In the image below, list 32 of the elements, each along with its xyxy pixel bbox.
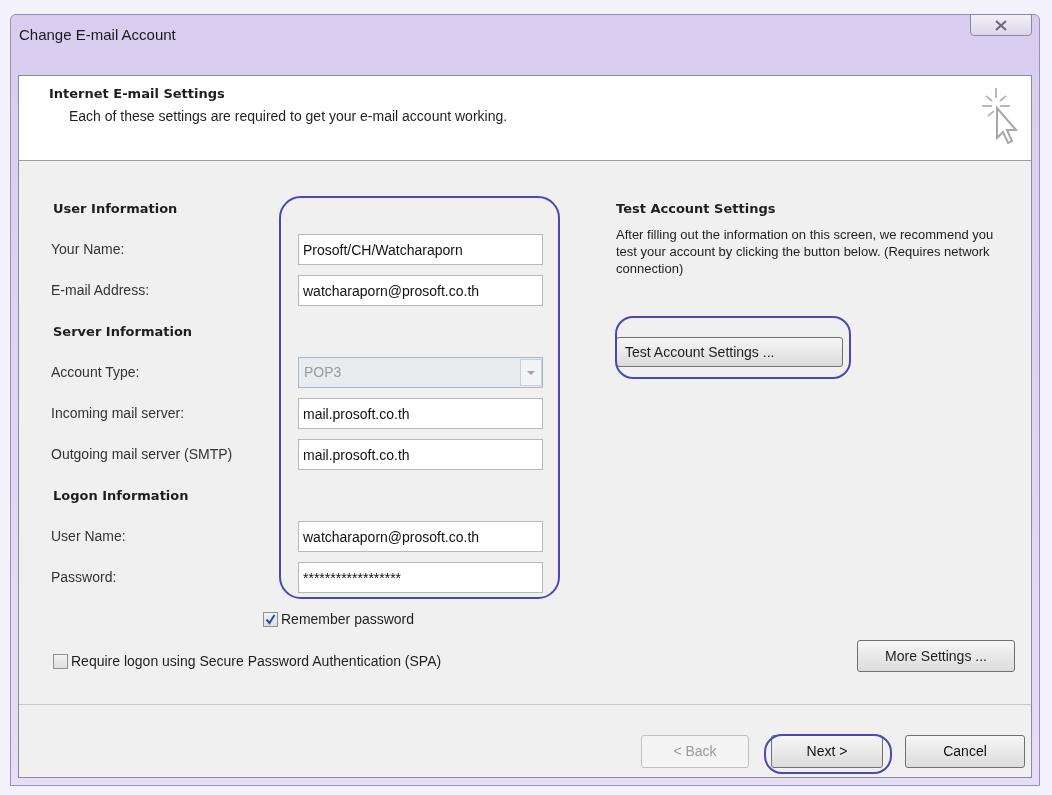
test-description: After filling out the information on this screen, we recommend you test your account by clicking the button below. (Requires network connection) (616, 226, 995, 277)
close-icon (995, 19, 1007, 31)
input-field[interactable]: watcharaporn@prosoft.co.th (298, 521, 543, 552)
checkbox-label: Require logon using Secure Password Authentication (SPA) (71, 651, 442, 671)
field-label: E-mail Address: (51, 281, 151, 300)
field-label: User Name: (51, 527, 127, 546)
field-label: Password: (51, 568, 118, 587)
input-field[interactable]: watcharaporn@prosoft.co.th (298, 275, 543, 306)
window-title: Change E-mail Account (19, 25, 176, 45)
next-button[interactable]: Next > (771, 735, 883, 768)
header-title: Internet E-mail Settings (49, 85, 226, 103)
checkbox[interactable] (53, 653, 68, 669)
section-heading: Test Account Settings (616, 199, 777, 218)
input-field[interactable]: mail.prosoft.co.th (298, 398, 543, 429)
section-heading: Logon Information (53, 486, 189, 505)
header-description: Each of these settings are required to get your e-mail account working. (69, 106, 508, 126)
test-account-settings-button[interactable]: Test Account Settings ... (616, 337, 843, 367)
input-field[interactable]: mail.prosoft.co.th (298, 439, 543, 470)
field-label: Your Name: (51, 240, 126, 259)
input-field[interactable]: ****************** (298, 562, 543, 593)
checkbox[interactable] (263, 611, 278, 627)
cursor-sparkle-icon (979, 86, 1019, 146)
field-label: Account Type: (51, 363, 141, 382)
close-button[interactable] (970, 14, 1032, 36)
section-heading: Server Information (53, 322, 193, 341)
field-label: Incoming mail server: (51, 404, 186, 423)
section-heading: User Information (53, 199, 178, 218)
field-label: Outgoing mail server (SMTP) (51, 445, 234, 464)
cancel-button[interactable]: Cancel (905, 735, 1025, 768)
more-settings-button[interactable]: More Settings ... (857, 640, 1015, 672)
checkbox-label: Remember password (281, 609, 415, 629)
input-field[interactable]: Prosoft/CH/Watcharaporn (298, 234, 543, 265)
